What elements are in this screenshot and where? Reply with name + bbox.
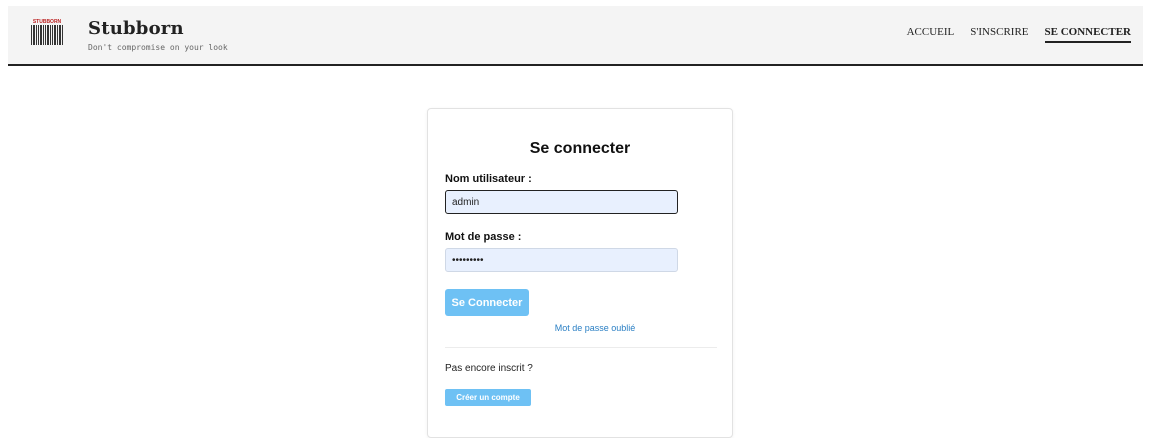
divider [445, 347, 717, 348]
not-registered-text: Pas encore inscrit ? [445, 363, 533, 374]
password-input[interactable] [445, 248, 678, 272]
username-input[interactable] [445, 190, 678, 214]
brand-tagline: Don't compromise on your look [88, 43, 228, 52]
create-account-button[interactable]: Créer un compte [445, 389, 531, 406]
nav-item-accueil[interactable]: ACCUEIL [907, 26, 955, 43]
nav-item-se-connecter[interactable]: SE CONNECTER [1044, 26, 1131, 43]
barcode-logo-icon[interactable]: STUBBORN [30, 18, 64, 46]
login-button[interactable]: Se Connecter [445, 289, 529, 316]
username-label: Nom utilisateur : [445, 173, 532, 185]
login-title: Se connecter [529, 140, 631, 157]
brand-name[interactable]: Stubborn [88, 18, 184, 39]
logo-text: STUBBORN [33, 19, 62, 25]
main-nav: ACCUEIL S'INSCRIRE SE CONNECTER [907, 26, 1131, 43]
password-label: Mot de passe : [445, 231, 522, 243]
login-card: Se connecter Nom utilisateur : Mot de pa… [427, 108, 733, 438]
nav-item-inscrire[interactable]: S'INSCRIRE [970, 26, 1028, 43]
forgot-password-link[interactable]: Mot de passe oublié [428, 323, 732, 333]
site-header: STUBBORN Stubborn Don't compromise on yo… [8, 6, 1143, 66]
